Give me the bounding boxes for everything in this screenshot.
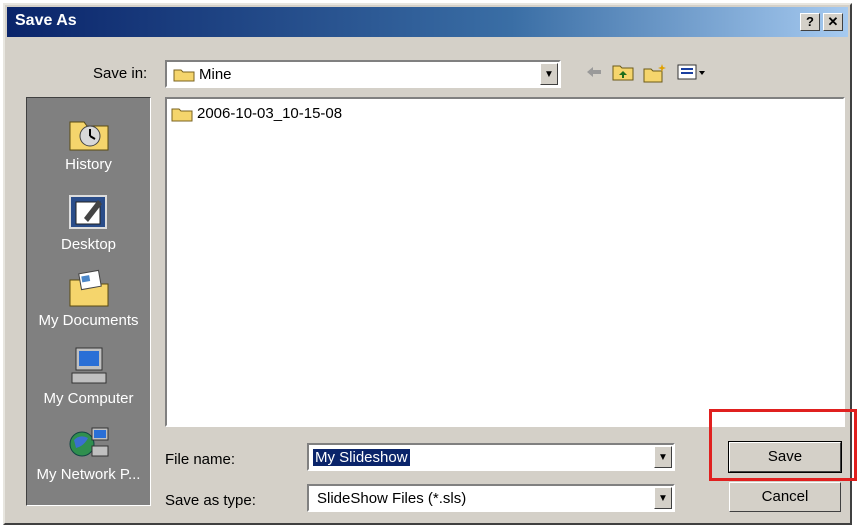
file-name: 2006-10-03_10-15-08 [197,105,343,122]
list-item[interactable]: 2006-10-03_10-15-08 [171,105,342,122]
place-my-documents[interactable]: My Documents [27,268,150,329]
my-network-icon [69,427,108,457]
file-list[interactable]: 2006-10-03_10-15-08 [165,97,845,427]
highlight-box [709,409,857,481]
place-my-network-label: My Network P... [36,466,141,483]
close-button[interactable]: ✕ [823,13,843,31]
file-name-field[interactable]: My Slideshow ▼ [307,443,675,471]
save-in-label: Save in: [93,65,148,82]
cancel-button[interactable]: Cancel [729,482,841,512]
place-desktop[interactable]: Desktop [27,192,150,253]
file-name-label: File name: [165,451,236,468]
save-in-value: Mine [199,66,232,83]
history-icon [69,121,108,151]
title-bar: Save As ? ✕ [7,7,848,37]
save-type-value: SlideShow Files (*.sls) [317,490,467,507]
places-bar: History Desktop My Documents My Computer… [26,97,151,506]
place-my-documents-label: My Documents [38,312,139,329]
place-history-label: History [65,156,112,173]
chevron-down-icon[interactable]: ▼ [654,446,672,468]
place-history[interactable]: History [27,112,150,173]
back-arrow-icon[interactable] [585,63,603,81]
view-menu-icon[interactable] [677,63,707,81]
chevron-down-icon[interactable]: ▼ [540,63,558,85]
my-computer-icon [71,347,106,384]
help-button[interactable]: ? [800,13,820,31]
place-my-computer-label: My Computer [43,390,134,407]
my-documents-icon [69,269,108,307]
up-folder-icon[interactable] [612,63,634,81]
folder-icon [173,69,195,82]
place-desktop-label: Desktop [60,236,117,253]
window-title: Save As [15,12,77,29]
new-folder-icon[interactable] [643,63,667,83]
chevron-down-icon[interactable]: ▼ [654,487,672,509]
save-in-dropdown[interactable]: Mine ▼ [165,60,561,88]
folder-icon [171,108,193,121]
place-my-network[interactable]: My Network P... [27,422,150,483]
place-my-computer[interactable]: My Computer [27,346,150,407]
save-type-dropdown[interactable]: SlideShow Files (*.sls) ▼ [307,484,675,512]
file-name-value: My Slideshow [313,449,410,466]
desktop-icon [68,195,107,229]
save-type-label: Save as type: [165,492,256,509]
